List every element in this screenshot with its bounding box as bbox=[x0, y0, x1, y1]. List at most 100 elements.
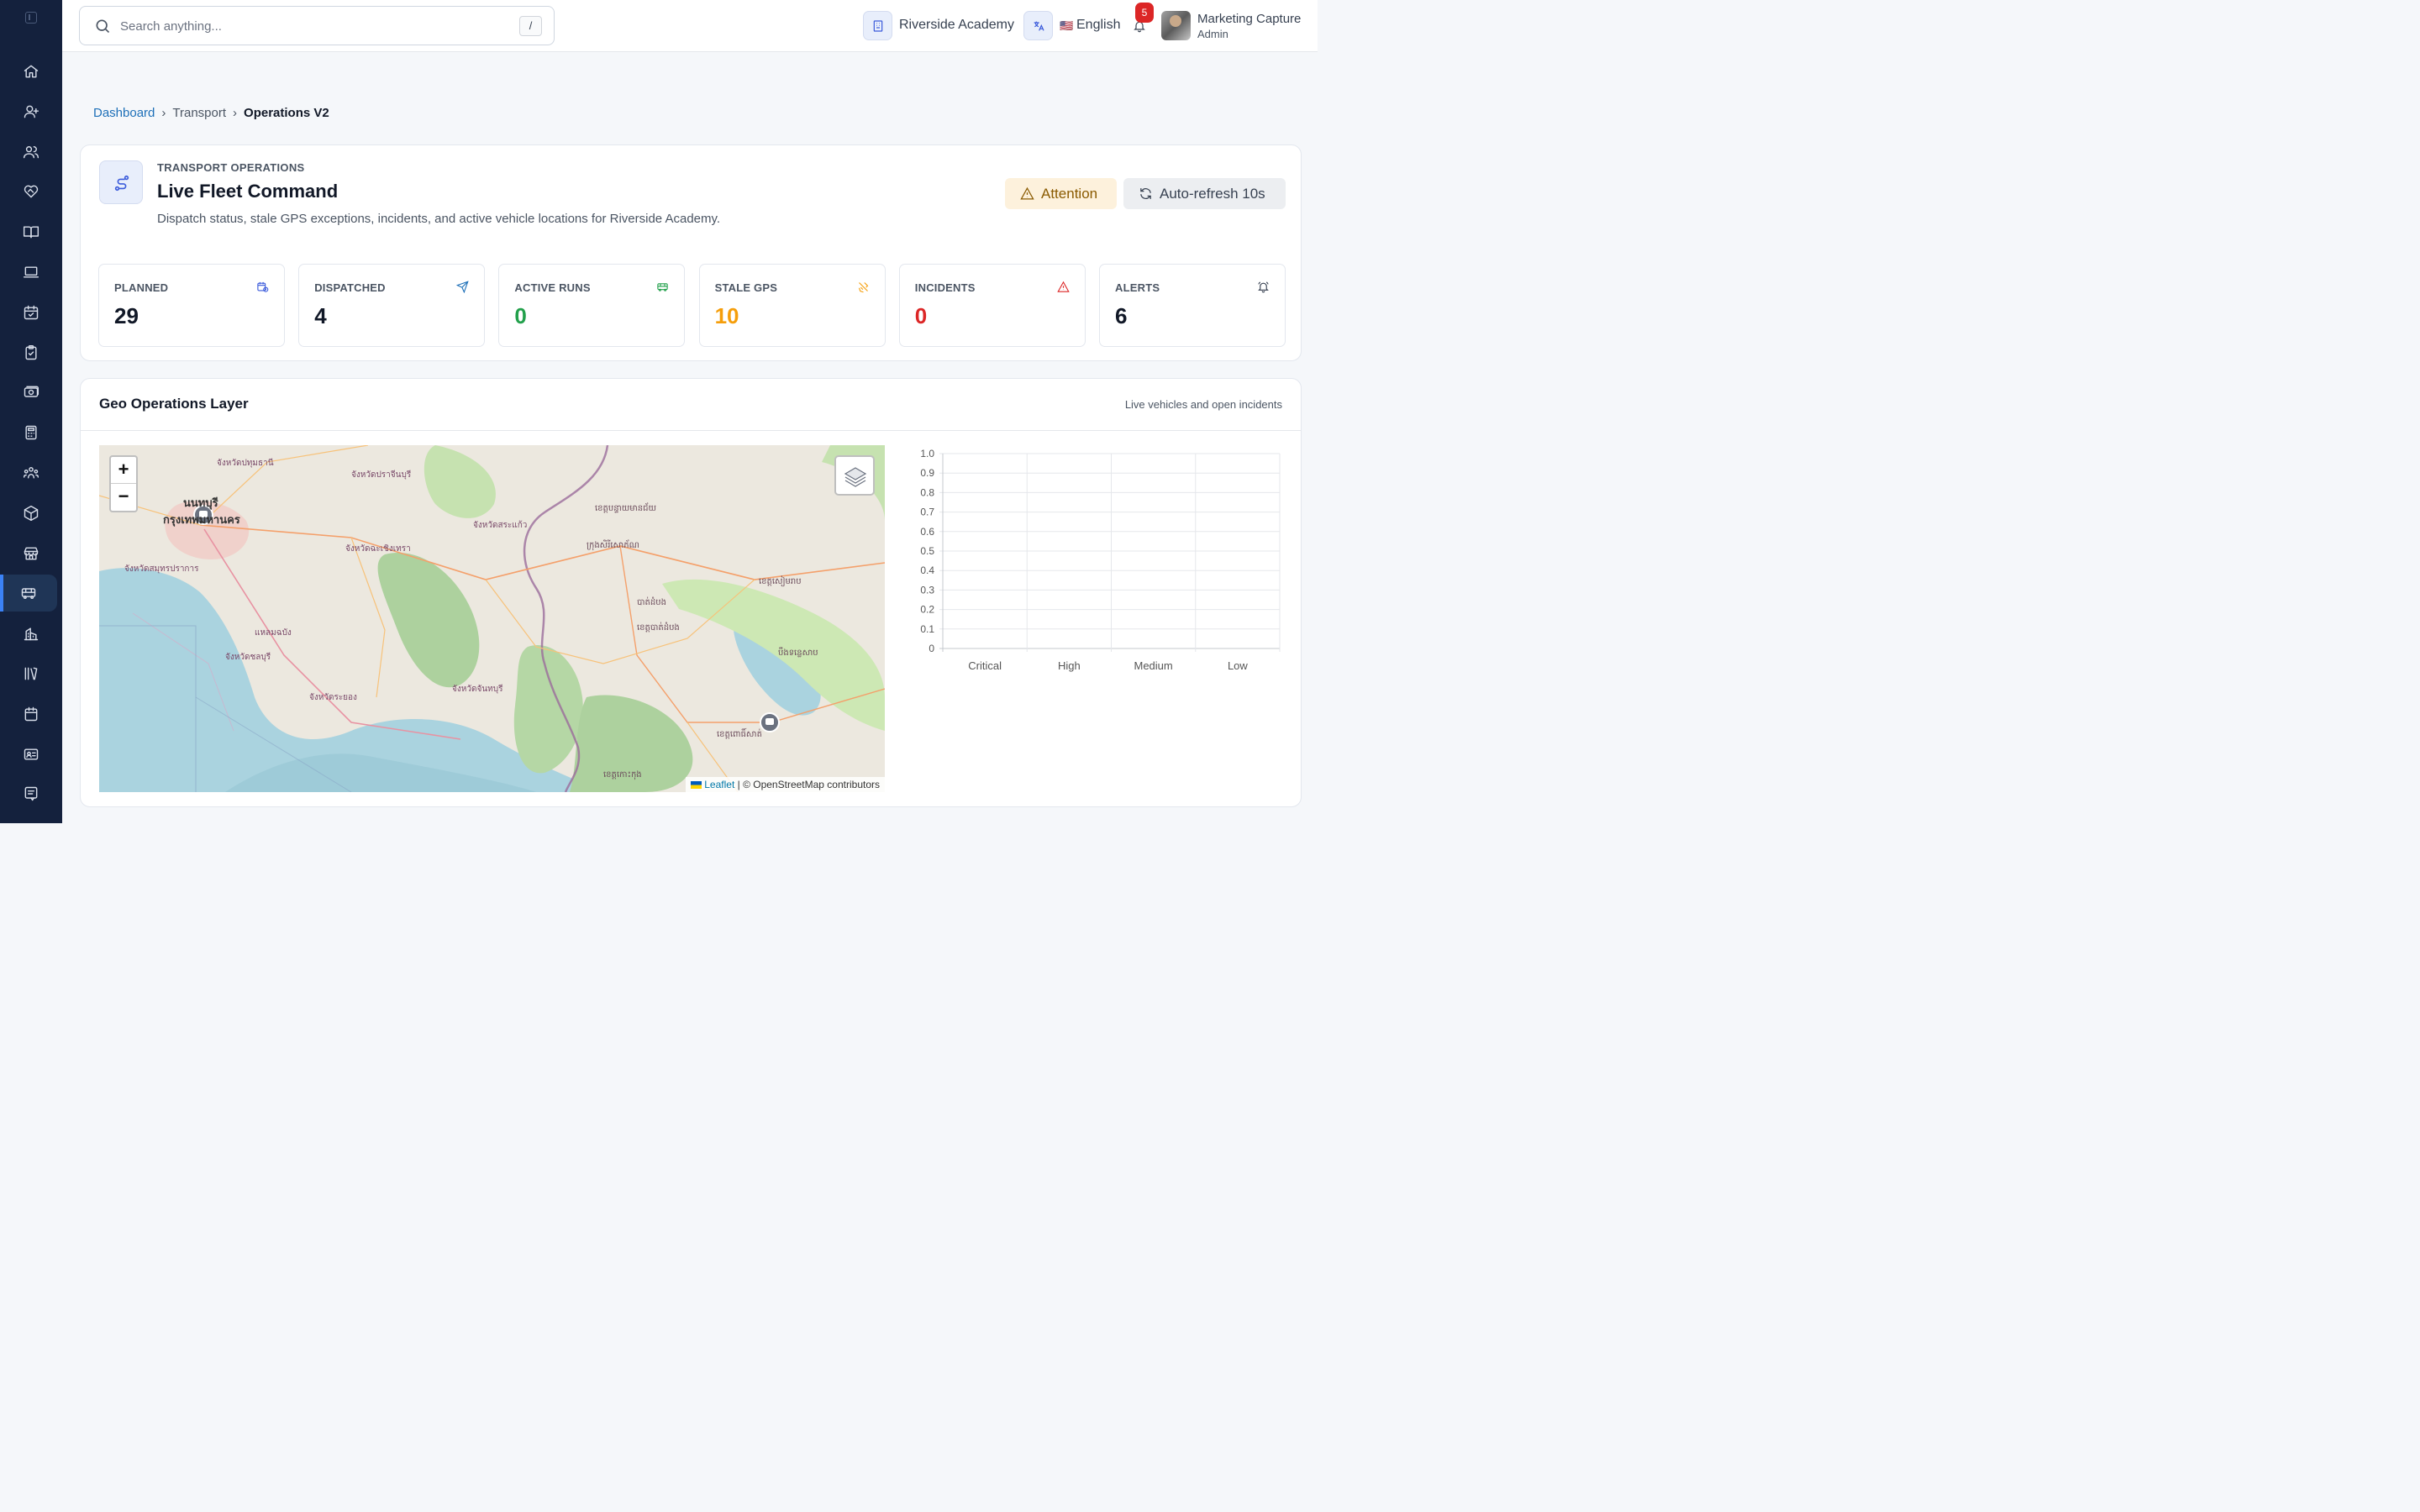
users-icon bbox=[23, 145, 39, 158]
leaflet-link[interactable]: Leaflet bbox=[704, 779, 734, 790]
stat-card-planned[interactable]: PLANNED 29 bbox=[98, 264, 285, 347]
search-icon bbox=[96, 19, 110, 34]
home-icon bbox=[24, 65, 39, 78]
chart-x-tick-label: High bbox=[1058, 659, 1081, 672]
calendar-clock-icon bbox=[257, 281, 269, 292]
heart-handshake-icon bbox=[24, 186, 39, 198]
sidebar-item-heart-handshake[interactable] bbox=[0, 173, 62, 210]
stat-label: INCIDENTS bbox=[914, 281, 976, 294]
sidebar-item-receipt[interactable] bbox=[0, 775, 62, 812]
chart-y-tick-label: 0.4 bbox=[920, 564, 934, 576]
stat-label: PLANNED bbox=[114, 281, 169, 294]
sidebar-item-bus[interactable] bbox=[0, 575, 57, 612]
osm-attribution: | © OpenStreetMap contributors bbox=[737, 779, 880, 790]
building-icon bbox=[873, 20, 883, 32]
translate-icon bbox=[1034, 21, 1044, 31]
map-place-label: ខេត្តកោះកុង bbox=[603, 770, 642, 780]
sidebar-item-calendar[interactable] bbox=[0, 696, 62, 732]
stat-value: 4 bbox=[314, 303, 327, 328]
school-switcher-button[interactable] bbox=[863, 11, 892, 40]
sidebar-collapse-icon[interactable] bbox=[25, 12, 37, 24]
sidebar-item-group[interactable] bbox=[0, 454, 62, 491]
flag-icon bbox=[690, 781, 702, 789]
sidebar-item-user-plus[interactable] bbox=[0, 93, 62, 130]
sidebar-item-building[interactable] bbox=[0, 615, 62, 652]
zoom-out-button[interactable]: − bbox=[111, 484, 136, 511]
bus-icon bbox=[21, 588, 36, 600]
stat-card-incidents[interactable]: INCIDENTS 0 bbox=[898, 264, 1086, 347]
sidebar-item-money[interactable] bbox=[0, 374, 62, 411]
sidebar-item-clipboard-check[interactable] bbox=[0, 334, 62, 371]
stat-value: 10 bbox=[714, 303, 739, 328]
calendar-check-icon bbox=[24, 305, 39, 320]
map-place-label: ខេត្តសៀមរាប bbox=[759, 577, 802, 586]
stat-card-dispatched[interactable]: DISPATCHED 4 bbox=[298, 264, 486, 347]
map-place-label: กรุงเทพมหานคร bbox=[163, 513, 240, 526]
fleet-map[interactable]: จังหวัดปทุมธานี นนทบุรี กรุงเทพมหานคร จังหว… bbox=[99, 445, 885, 792]
language-switcher-button[interactable] bbox=[1023, 11, 1053, 40]
chart-y-tick-label: 0.2 bbox=[920, 604, 934, 616]
sidebar-item-home[interactable] bbox=[0, 53, 62, 90]
divider bbox=[81, 430, 1301, 431]
topbar: / Riverside Academy 🇺🇸 English 5 Marketi… bbox=[62, 0, 1318, 52]
breadcrumb-transport[interactable]: Transport bbox=[172, 106, 226, 120]
avatar[interactable] bbox=[1161, 11, 1191, 40]
stat-card-active-runs[interactable]: ACTIVE RUNS 0 bbox=[498, 264, 686, 347]
sidebar-item-id-card[interactable] bbox=[0, 736, 62, 773]
breadcrumb-separator: › bbox=[161, 106, 166, 120]
money-icon bbox=[24, 386, 39, 398]
clipboard-check-icon bbox=[25, 344, 37, 360]
language-flag: 🇺🇸 bbox=[1060, 19, 1074, 32]
stat-card-stale-gps[interactable]: STALE GPS 10 bbox=[698, 264, 886, 347]
zoom-in-button[interactable]: + bbox=[111, 457, 136, 484]
sidebar-item-book-open[interactable] bbox=[0, 213, 62, 250]
vehicle-marker[interactable] bbox=[760, 712, 780, 732]
layers-icon bbox=[844, 467, 867, 487]
sidebar-item-library[interactable] bbox=[0, 655, 62, 692]
map-layers-button[interactable] bbox=[834, 455, 875, 496]
sidebar-item-users[interactable] bbox=[0, 134, 62, 171]
search-input[interactable] bbox=[120, 15, 473, 37]
sidebar-item-store[interactable] bbox=[0, 535, 62, 572]
school-name[interactable]: Riverside Academy bbox=[899, 18, 1014, 33]
refresh-icon bbox=[1140, 188, 1151, 199]
breadcrumb-current: Operations V2 bbox=[244, 106, 329, 120]
breadcrumb-dashboard-link[interactable]: Dashboard bbox=[93, 106, 155, 120]
map-place-label: ខេត្តបាត់ដំបង bbox=[637, 623, 680, 633]
geo-section-title: Geo Operations Layer bbox=[99, 396, 249, 412]
map-place-label: จังหวัดชลบุรี bbox=[225, 653, 271, 662]
chart-y-tick-label: 0.6 bbox=[920, 526, 934, 538]
auto-refresh-button[interactable]: Auto-refresh 10s bbox=[1123, 178, 1286, 209]
bus-icon bbox=[657, 283, 669, 291]
notification-count-badge: 5 bbox=[1135, 3, 1154, 23]
calculator-icon bbox=[25, 425, 37, 440]
alert-triangle-icon bbox=[1057, 281, 1070, 292]
sidebar bbox=[0, 0, 62, 823]
alert-triangle-icon bbox=[1020, 186, 1034, 200]
map-attribution: Leaflet | © OpenStreetMap contributors bbox=[685, 777, 885, 792]
sidebar-item-calendar-check[interactable] bbox=[0, 294, 62, 331]
satellite-off-icon bbox=[858, 282, 868, 293]
user-name[interactable]: Marketing Capture bbox=[1197, 12, 1301, 26]
chart-y-tick-label: 0.9 bbox=[920, 467, 934, 479]
bell-ring-icon bbox=[1258, 281, 1269, 293]
search-box[interactable]: / bbox=[79, 6, 555, 45]
chart-y-tick-label: 0.8 bbox=[920, 486, 934, 498]
sidebar-item-package[interactable] bbox=[0, 495, 62, 532]
map-place-label: จังหวัดจันทบุรี bbox=[452, 685, 503, 694]
map-zoom-control[interactable]: + − bbox=[109, 455, 138, 512]
fleet-command-card: TRANSPORT OPERATIONS Live Fleet Command … bbox=[80, 144, 1302, 361]
map-place-label: จังหวัดฉะเชิงเทรา bbox=[345, 544, 411, 554]
sidebar-item-laptop[interactable] bbox=[0, 254, 62, 291]
language-label[interactable]: English bbox=[1076, 18, 1120, 33]
chart-y-tick-label: 0 bbox=[929, 643, 934, 654]
stat-card-alerts[interactable]: ALERTS 6 bbox=[1099, 264, 1286, 347]
stat-value: 29 bbox=[114, 303, 139, 328]
map-place-label: จังหวัดสมุทรปราการ bbox=[124, 564, 199, 574]
send-icon bbox=[456, 281, 469, 293]
map-place-label: นนทบุรี bbox=[183, 496, 218, 509]
geo-operations-card: Geo Operations Layer Live vehicles and o… bbox=[80, 378, 1302, 807]
sidebar-item-calculator[interactable] bbox=[0, 414, 62, 451]
user-plus-icon bbox=[24, 105, 39, 118]
chart-x-tick-label: Critical bbox=[968, 659, 1002, 672]
